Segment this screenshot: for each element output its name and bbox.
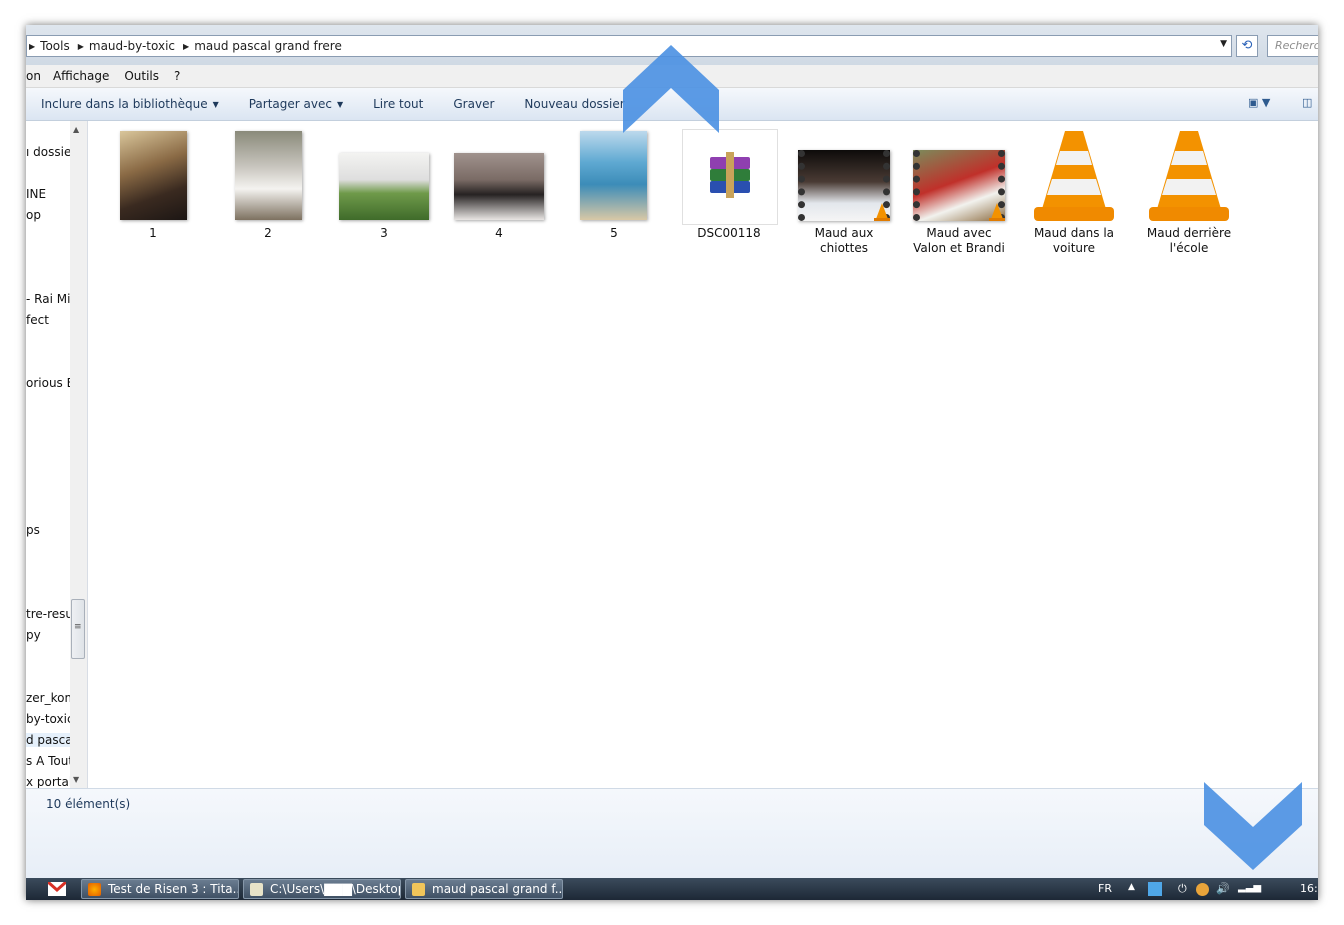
item-count: 10 élément(s) <box>46 797 131 811</box>
language-indicator[interactable]: FR <box>1098 882 1112 895</box>
burn-button[interactable]: Graver <box>453 97 494 111</box>
taskbar-label: C:\Users\▇▇▇\Desktop... <box>270 882 400 896</box>
image-thumbnail[interactable] <box>454 153 544 220</box>
play-all-button[interactable]: Lire tout <box>373 97 423 111</box>
image-thumbnail[interactable] <box>580 131 647 220</box>
image-thumbnail[interactable] <box>339 153 429 220</box>
file-name[interactable]: Maud dans la voiture <box>1024 226 1124 256</box>
nav-item-selected[interactable]: d pascal <box>26 733 70 747</box>
nav-item[interactable]: op <box>26 208 41 222</box>
clock[interactable]: 16: <box>1300 882 1318 895</box>
taskbar-item-explorer[interactable]: maud pascal grand f... <box>405 879 563 899</box>
image-thumbnail[interactable] <box>120 131 187 220</box>
taskbar-label: maud pascal grand f... <box>432 882 563 896</box>
archive-strap-icon <box>726 152 734 198</box>
taskbar-item-notepad[interactable]: C:\Users\▇▇▇\Desktop... <box>243 879 401 899</box>
taskbar: Test de Risen 3 : Tita... C:\Users\▇▇▇\D… <box>26 878 1318 900</box>
menu-item-outils[interactable]: Outils <box>124 69 159 83</box>
tray-app-icon[interactable] <box>1148 882 1162 896</box>
folder-icon <box>412 883 425 896</box>
view-options-icon[interactable]: ▣ ▼ <box>1248 96 1270 109</box>
new-folder-button[interactable]: Nouveau dossier <box>524 97 624 111</box>
explorer-window: ▶ Tools ▶ maud-by-toxic ▶ maud pascal gr… <box>26 25 1318 900</box>
breadcrumb-maud-by-toxic[interactable]: maud-by-toxic <box>86 39 181 53</box>
include-library-label: Inclure dans la bibliothèque <box>41 97 208 111</box>
breadcrumb-arrow-icon[interactable]: ▶ <box>181 42 191 51</box>
gmail-icon[interactable] <box>48 882 66 896</box>
tray-expand-icon[interactable]: ▲ <box>1128 882 1135 892</box>
search-input[interactable]: Recherch <box>1267 35 1318 57</box>
file-name[interactable]: Maud avec Valon et Brandi <box>909 226 1009 256</box>
vlc-badge-icon <box>874 203 890 221</box>
notepad-icon <box>250 883 263 896</box>
scroll-up-icon[interactable]: ▲ <box>73 125 79 134</box>
file-name[interactable]: 4 <box>449 226 549 241</box>
file-name[interactable]: 3 <box>334 226 434 241</box>
network-icon[interactable]: ▂▃▅ <box>1238 882 1261 893</box>
archive-thumbnail[interactable] <box>682 129 778 225</box>
breadcrumb-tools[interactable]: Tools <box>37 39 76 53</box>
tray-app-icon[interactable] <box>1196 883 1209 896</box>
menu-item-affichage[interactable]: Affichage <box>53 69 109 83</box>
file-name[interactable]: 5 <box>564 226 664 241</box>
nav-item[interactable]: zer_kom <box>26 691 70 705</box>
chevron-down-icon: ▼ <box>212 100 219 109</box>
video-thumbnail[interactable] <box>913 150 1005 221</box>
file-name[interactable]: Maud aux chiottes <box>794 226 894 256</box>
scroll-down-icon[interactable]: ▼ <box>73 775 79 784</box>
breadcrumb-arrow-icon[interactable]: ▶ <box>76 42 86 51</box>
refresh-icon[interactable]: ⟲ <box>1236 35 1258 57</box>
status-bar: 10 élément(s) <box>26 788 1318 879</box>
vlc-badge-icon <box>989 203 1005 221</box>
taskbar-item-firefox[interactable]: Test de Risen 3 : Tita... <box>81 879 239 899</box>
nav-item[interactable]: INE <box>26 187 46 201</box>
nav-scrollbar[interactable]: ▲ ≡ ▼ <box>70 121 88 788</box>
arrow-down-icon <box>1204 782 1302 870</box>
navigation-pane: ı dossier INE op - Rai Mix fect orious B… <box>26 121 71 788</box>
scrollbar-thumb[interactable]: ≡ <box>71 599 85 659</box>
file-name[interactable]: DSC00118 <box>679 226 779 241</box>
menu-item-help[interactable]: ? <box>174 69 180 83</box>
file-name[interactable]: 1 <box>103 226 203 241</box>
nav-item[interactable]: by-toxic <box>26 712 70 726</box>
breadcrumb-arrow-icon[interactable]: ▶ <box>27 42 37 51</box>
image-thumbnail[interactable] <box>235 131 302 220</box>
arrow-up-icon <box>623 45 719 133</box>
nav-item[interactable]: ı dossier <box>26 145 70 159</box>
share-label: Partager avec <box>248 97 332 111</box>
nav-item[interactable]: orious BI <box>26 376 70 390</box>
vlc-cone-icon[interactable] <box>1147 129 1231 223</box>
nav-item[interactable]: py <box>26 628 41 642</box>
nav-item[interactable]: s A Tout <box>26 754 70 768</box>
nav-item[interactable]: tre-resur <box>26 607 70 621</box>
grip-icon: ≡ <box>74 622 82 632</box>
firefox-icon <box>88 883 101 896</box>
share-button[interactable]: Partager avec ▼ <box>249 97 343 111</box>
preview-pane-icon[interactable]: ◫ <box>1302 96 1312 109</box>
file-name[interactable]: Maud derrière l'école <box>1139 226 1239 256</box>
nav-item[interactable]: fect <box>26 313 49 327</box>
nav-item[interactable]: x portab <box>26 775 70 788</box>
file-name[interactable]: 2 <box>218 226 318 241</box>
taskbar-label: Test de Risen 3 : Tita... <box>108 882 239 896</box>
include-library-button[interactable]: Inclure dans la bibliothèque ▼ <box>41 97 219 111</box>
nav-item[interactable]: - Rai Mix <box>26 292 70 306</box>
volume-icon[interactable]: 🔊 <box>1216 882 1230 895</box>
breadcrumb-current-folder[interactable]: maud pascal grand frere <box>191 39 348 53</box>
video-thumbnail[interactable] <box>798 150 890 221</box>
menu-item-edition[interactable]: on <box>26 69 41 83</box>
address-dropdown-icon[interactable]: ▼ <box>1220 39 1227 49</box>
vlc-cone-icon[interactable] <box>1032 129 1116 223</box>
nav-item[interactable]: ps <box>26 523 40 537</box>
file-list: 1 2 3 4 5 DSC00118 Maud aux chiottes Mau… <box>88 121 1318 788</box>
power-icon[interactable]: ⏻ <box>1178 882 1187 896</box>
chevron-down-icon: ▼ <box>336 100 344 109</box>
